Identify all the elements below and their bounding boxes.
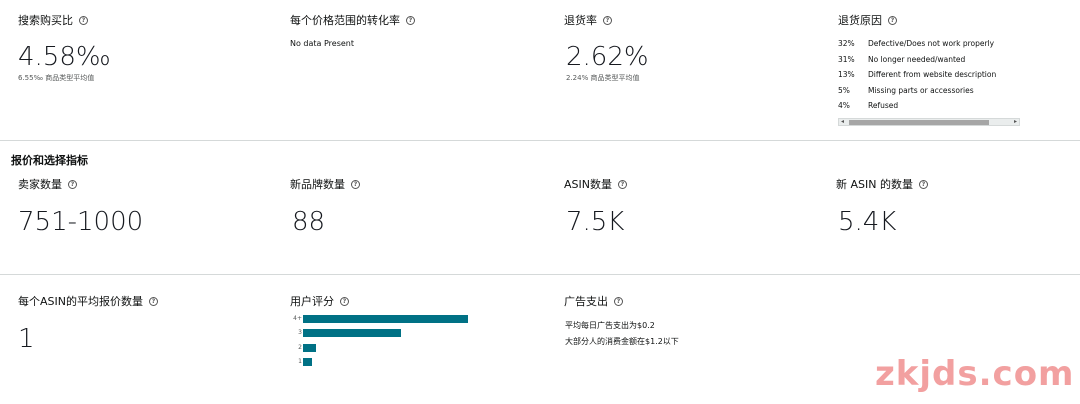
return-reason-row: 4% Refused (838, 101, 898, 110)
section-divider (0, 274, 1080, 275)
reason-label: Missing parts or accessories (868, 86, 974, 95)
info-icon[interactable]: ? (148, 296, 158, 306)
new-asin-card: 新 ASIN 的数量? (836, 176, 928, 192)
info-icon[interactable]: ? (888, 15, 897, 25)
rating-bar-label: 1 (298, 358, 302, 365)
ad-spend-card: 广告支出? (564, 293, 623, 309)
info-icon[interactable]: ? (406, 15, 415, 25)
new-asin-title: 新 ASIN 的数量 (836, 178, 913, 191)
info-icon[interactable]: ? (68, 179, 77, 189)
ratings-title: 用户评分 (290, 295, 334, 308)
new-brands-title: 新品牌数量 (290, 178, 345, 191)
return-reason-row: 13% Different from website description (838, 70, 996, 79)
scroll-thumb[interactable] (849, 120, 989, 125)
return-reason-row: 32% Defective/Does not work properly (838, 39, 994, 48)
ad-spend-daily: 平均每日广告支出为$0.2 (565, 321, 655, 330)
rating-bar[interactable] (303, 329, 401, 337)
info-icon[interactable]: ? (603, 15, 612, 25)
asin-count-card: ASIN数量? (564, 176, 627, 192)
return-rate-value: 2.62% (566, 42, 649, 72)
reason-percent: 32% (838, 39, 855, 48)
new-brands-card: 新品牌数量? (290, 176, 360, 192)
rating-bar-label: 2 (298, 344, 302, 351)
return-reason-row: 31% No longer needed/wanted (838, 55, 965, 64)
rating-bar-label: 4+ (293, 315, 302, 322)
info-icon[interactable]: ? (340, 296, 349, 306)
search-purchase-value: 4.58‰ (18, 42, 111, 72)
avg-offers-card: 每个ASIN的平均报价数量? (18, 293, 158, 309)
info-icon[interactable]: ? (617, 179, 627, 189)
avg-offers-value: 1 (18, 324, 35, 354)
search-purchase-title: 搜索购买比 (18, 14, 73, 27)
asin-count-title: ASIN数量 (564, 178, 612, 191)
search-purchase-card: 搜索购买比? (18, 12, 88, 28)
rating-bar[interactable] (303, 315, 468, 323)
return-reasons-card: 退货原因? (838, 12, 897, 28)
scroll-right-icon[interactable]: ▸ (1014, 118, 1017, 125)
return-rate-title: 退货率 (564, 14, 597, 27)
reason-label: Different from website description (868, 70, 997, 79)
sellers-value: 751-1000 (18, 207, 144, 237)
info-icon[interactable]: ? (614, 296, 623, 306)
section-title: 报价和选择指标 (11, 154, 88, 167)
rating-bar[interactable] (303, 358, 312, 366)
scroll-left-icon[interactable]: ◂ (841, 118, 844, 125)
price-conversion-nodata: No data Present (290, 39, 354, 48)
rating-bar[interactable] (303, 344, 316, 352)
sellers-title: 卖家数量 (18, 178, 62, 191)
search-purchase-average: 6.55‰ 商品类型平均值 (18, 74, 95, 82)
return-rate-average: 2.24% 商品类型平均值 (566, 74, 640, 82)
ad-spend-majority: 大部分人的消费金额在$1.2以下 (565, 337, 679, 346)
return-reasons-title: 退货原因 (838, 14, 882, 27)
info-icon[interactable]: ? (918, 179, 928, 189)
ad-spend-title: 广告支出 (564, 295, 608, 308)
reason-label: Refused (868, 101, 899, 110)
reason-label: Defective/Does not work properly (868, 39, 995, 48)
watermark: zkjds.com (875, 354, 1075, 394)
price-conversion-card: 每个价格范围的转化率? (290, 12, 415, 28)
sellers-card: 卖家数量? (18, 176, 77, 192)
rating-bar-label: 3 (298, 329, 302, 336)
section-divider (0, 140, 1080, 141)
reasons-scrollbar[interactable]: ◂ ▸ (838, 118, 1020, 126)
reason-percent: 13% (838, 70, 855, 79)
new-asin-value: 5.4K (838, 207, 897, 237)
reason-percent: 4% (838, 101, 850, 110)
avg-offers-title: 每个ASIN的平均报价数量 (18, 295, 143, 308)
info-icon[interactable]: ? (79, 15, 88, 25)
reason-label: No longer needed/wanted (868, 55, 966, 64)
ratings-card: 用户评分? (290, 293, 349, 309)
return-rate-card: 退货率? (564, 12, 612, 28)
reason-percent: 5% (838, 86, 850, 95)
price-conversion-title: 每个价格范围的转化率 (290, 14, 400, 27)
return-reason-row: 5% Missing parts or accessories (838, 86, 974, 95)
reason-percent: 31% (838, 55, 855, 64)
new-brands-value: 88 (292, 207, 326, 237)
asin-count-value: 7.5K (566, 207, 625, 237)
info-icon[interactable]: ? (351, 179, 360, 189)
